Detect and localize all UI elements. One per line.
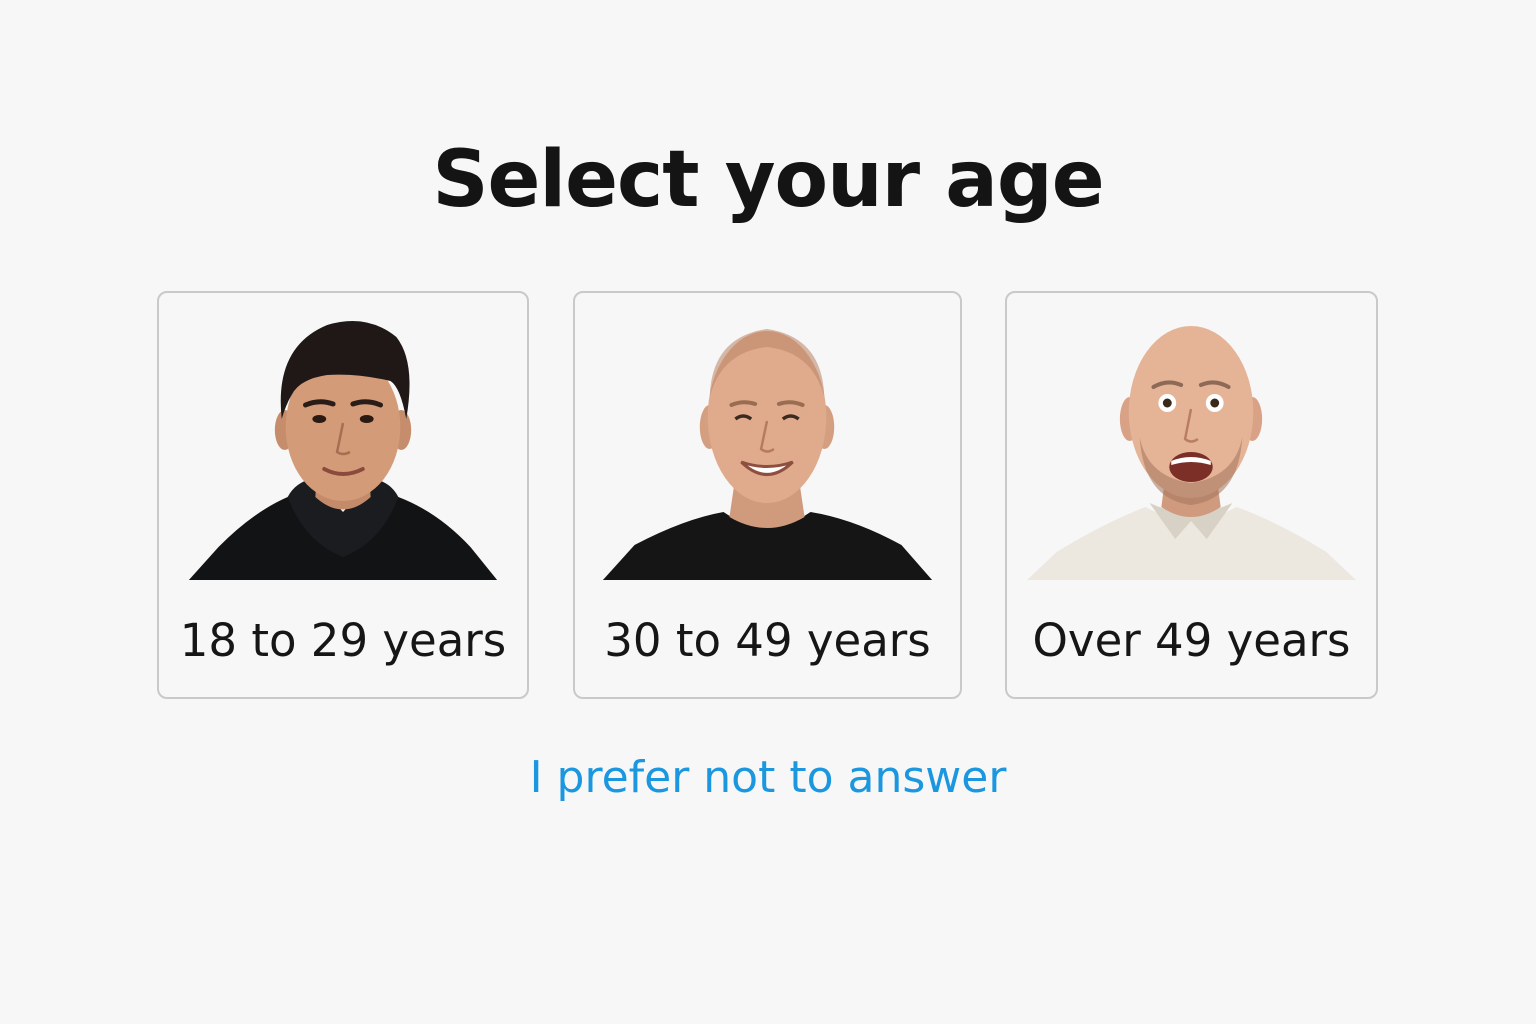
age-option-label: 18 to 29 years: [179, 614, 507, 667]
middle-aged-man-portrait: [595, 307, 940, 580]
age-option-label: Over 49 years: [1032, 614, 1351, 667]
age-option-30-49[interactable]: 30 to 49 years: [573, 291, 962, 699]
young-man-portrait: [179, 307, 507, 580]
age-option-18-29[interactable]: 18 to 29 years: [157, 291, 529, 699]
prefer-not-to-answer-link[interactable]: I prefer not to answer: [0, 750, 1536, 806]
older-man-portrait: [1027, 307, 1356, 580]
age-option-label: 30 to 49 years: [604, 614, 931, 667]
page-title: Select your age: [432, 135, 1104, 225]
age-option-over-49[interactable]: Over 49 years: [1005, 291, 1378, 699]
